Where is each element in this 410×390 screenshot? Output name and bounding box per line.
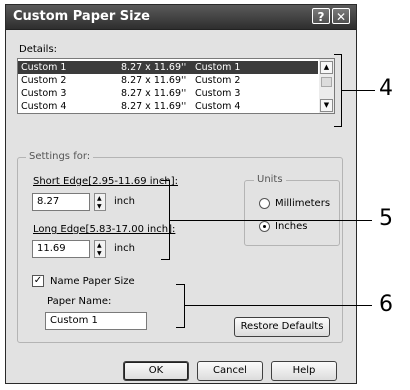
close-button[interactable]: ✕ (332, 8, 350, 24)
units-group (244, 180, 340, 246)
short-edge-label: Short Edge[2.95-11.69 inch]: (33, 176, 178, 187)
list-item[interactable]: Custom 3 8.27 x 11.69'' Custom 3 (18, 87, 318, 100)
millimeters-radio[interactable] (259, 198, 270, 209)
long-edge-input[interactable]: 11.69 (32, 240, 90, 258)
short-edge-stepper[interactable]: ▲ ▼ (94, 193, 106, 211)
millimeters-label[interactable]: Millimeters (275, 198, 330, 209)
list-item[interactable]: Custom 4 8.27 x 11.69'' Custom 4 (18, 100, 318, 113)
paper-name-label: Paper Name: (47, 296, 112, 307)
scroll-thumb[interactable] (321, 77, 332, 87)
scroll-up-icon[interactable]: ▲ (320, 61, 333, 74)
callout-bracket-6-top (176, 284, 185, 285)
details-label: Details: (19, 44, 58, 55)
settings-group-label: Settings for: (26, 151, 94, 162)
ok-button[interactable]: OK (123, 361, 189, 381)
callout-bracket-6-bottom (176, 327, 185, 328)
paper-size-list[interactable]: Custom 1 8.27 x 11.69'' Custom 1 Custom … (17, 58, 335, 114)
long-edge-unit: inch (114, 243, 135, 254)
cancel-button[interactable]: Cancel (197, 361, 263, 381)
callout-number-6: 6 (379, 292, 393, 317)
callout-leader-6 (184, 305, 372, 306)
radio-selected-icon (263, 225, 266, 228)
callout-bracket-5-top (161, 180, 170, 181)
spin-up-icon[interactable]: ▲ (97, 196, 102, 202)
help-button[interactable]: Help (271, 361, 337, 381)
callout-number-4: 4 (379, 76, 393, 101)
callout-bracket-4-top (334, 54, 342, 55)
spin-up-icon[interactable]: ▲ (97, 243, 102, 249)
list-scrollbar[interactable]: ▲ ▼ (319, 59, 334, 113)
long-edge-label: Long Edge[5.83-17.00 inch]: (33, 224, 176, 235)
list-item[interactable]: Custom 2 8.27 x 11.69'' Custom 2 (18, 74, 318, 87)
name-paper-size-checkbox[interactable]: ✓ (32, 275, 44, 287)
short-edge-unit: inch (114, 196, 135, 207)
inches-label[interactable]: Inches (275, 221, 308, 232)
title-bar: Custom Paper Size ? ✕ (6, 5, 356, 30)
dialog-title: Custom Paper Size (13, 9, 150, 24)
callout-bracket-6 (184, 284, 185, 328)
help-title-button[interactable]: ? (312, 8, 330, 24)
scroll-down-icon[interactable]: ▼ (320, 99, 333, 112)
callout-bracket-5-bottom (161, 259, 170, 260)
units-label: Units (254, 174, 286, 185)
inches-radio[interactable] (259, 221, 270, 232)
callout-leader-5 (169, 220, 372, 221)
callout-leader-4 (341, 90, 375, 91)
restore-defaults-button[interactable]: Restore Defaults (234, 317, 330, 337)
callout-bracket-4-bottom (334, 126, 342, 127)
long-edge-stepper[interactable]: ▲ ▼ (94, 240, 106, 258)
list-item[interactable]: Custom 1 8.27 x 11.69'' Custom 1 (18, 61, 318, 74)
callout-number-5: 5 (379, 206, 393, 231)
spin-down-icon[interactable]: ▼ (97, 204, 102, 210)
paper-name-input[interactable]: Custom 1 (45, 312, 147, 330)
name-paper-size-label[interactable]: Name Paper Size (50, 276, 135, 287)
spin-down-icon[interactable]: ▼ (97, 251, 102, 257)
short-edge-input[interactable]: 8.27 (32, 193, 90, 211)
